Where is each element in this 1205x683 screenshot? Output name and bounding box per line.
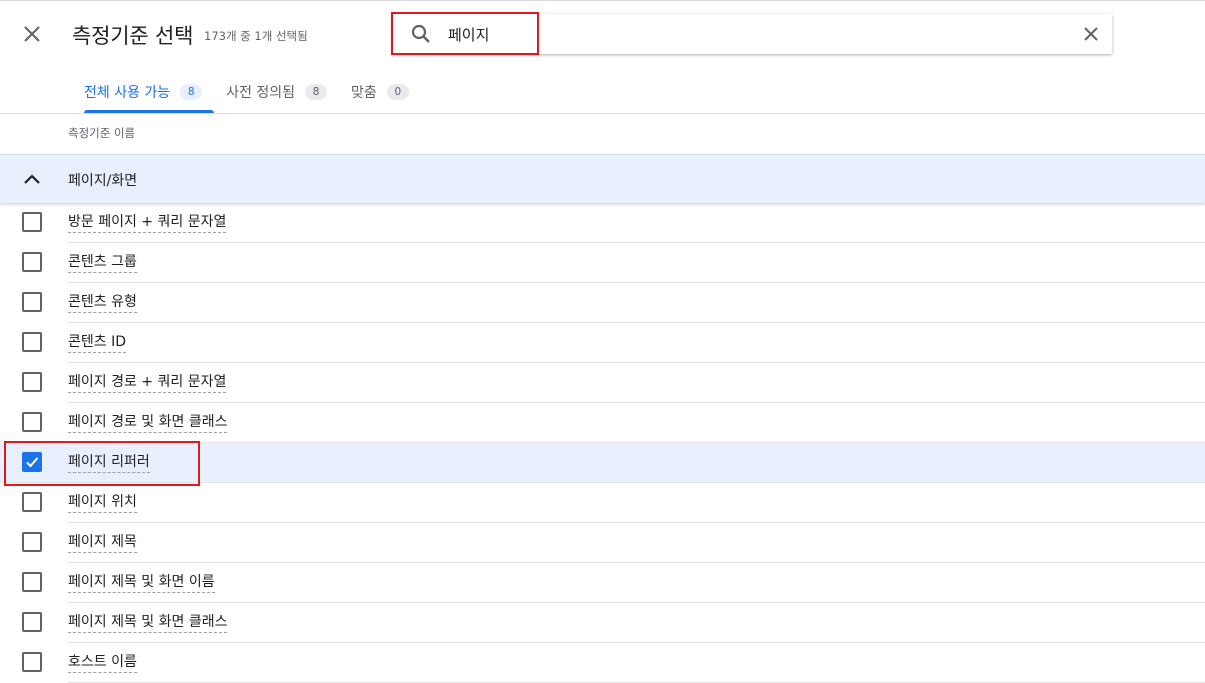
tab-count-badge: 8 [180,84,203,100]
tab-predefined[interactable]: 사전 정의됨 8 [214,70,339,114]
tab-all-available[interactable]: 전체 사용 가능 8 [72,70,215,114]
dimension-list: 방문 페이지 + 쿼리 문자열콘텐츠 그룹콘텐츠 유형콘텐츠 ID 페이지 경로 … [0,203,1205,683]
dimension-name[interactable]: 방문 페이지 + 쿼리 문자열 [68,213,227,233]
dialog-title: 측정기준 선택 [72,24,194,48]
dimension-name[interactable]: 콘텐츠 유형 [68,293,137,313]
selection-count: 173개 중 1개 선택됨 [204,29,308,43]
checkmark-icon [26,457,39,468]
dimension-name[interactable]: 페이지 제목 및 화면 이름 [68,573,215,593]
clear-search-icon[interactable] [1080,23,1102,45]
list-item[interactable]: 페이지 위치 [0,483,1205,523]
tab-bar: 전체 사용 가능 8 사전 정의됨 8 맞춤 0 [72,70,421,114]
dimension-name[interactable]: 페이지 리퍼러 [68,453,150,473]
list-item[interactable]: 호스트 이름 [0,643,1205,683]
search-input[interactable] [448,20,1048,48]
search-icon [410,23,432,45]
list-item[interactable]: 페이지 리퍼러 [0,443,1205,483]
close-icon[interactable] [18,20,46,48]
dimension-name[interactable]: 페이지 제목 [68,533,137,553]
group-header-page-screen[interactable]: 페이지/화면 [0,154,1205,203]
checkbox[interactable] [22,292,42,312]
list-item[interactable]: 콘텐츠 그룹 [0,243,1205,283]
list-item[interactable]: 페이지 제목 및 화면 클래스 [0,603,1205,643]
tab-count-badge: 8 [305,84,328,100]
dimension-name[interactable]: 페이지 경로 + 쿼리 문자열 [68,373,227,393]
list-item[interactable]: 페이지 경로 및 화면 클래스 [0,403,1205,443]
tab-count-badge: 0 [386,84,409,100]
checkbox[interactable] [22,372,42,392]
search-box [392,14,1112,54]
list-item[interactable]: 방문 페이지 + 쿼리 문자열 [0,203,1205,243]
dimension-name[interactable]: 페이지 위치 [68,493,137,513]
list-item[interactable]: 페이지 제목 [0,523,1205,563]
group-label: 페이지/화면 [68,173,138,189]
checkbox[interactable] [22,212,42,232]
checkbox[interactable] [22,572,42,592]
column-header: 측정기준 이름 [68,126,136,140]
checkbox[interactable] [22,452,42,472]
dimension-name[interactable]: 콘텐츠 ID [68,333,126,353]
dimension-name[interactable]: 호스트 이름 [68,653,137,673]
checkbox[interactable] [22,492,42,512]
checkbox[interactable] [22,612,42,632]
list-item[interactable]: 페이지 제목 및 화면 이름 [0,563,1205,603]
tab-label: 사전 정의됨 [226,85,296,101]
tab-divider [0,113,1205,114]
checkbox[interactable] [22,532,42,552]
list-item[interactable]: 콘텐츠 ID [0,323,1205,363]
dimension-name[interactable]: 콘텐츠 그룹 [68,253,137,273]
tab-custom[interactable]: 맞춤 0 [339,70,421,114]
checkbox[interactable] [22,412,42,432]
list-item[interactable]: 페이지 경로 + 쿼리 문자열 [0,363,1205,403]
checkbox[interactable] [22,652,42,672]
list-item[interactable]: 콘텐츠 유형 [0,283,1205,323]
top-border [0,0,1205,1]
tab-label: 전체 사용 가능 [84,85,171,101]
checkbox[interactable] [22,332,42,352]
checkbox[interactable] [22,252,42,272]
tab-label: 맞춤 [351,85,377,101]
chevron-up-icon[interactable] [20,168,44,192]
dimension-name[interactable]: 페이지 경로 및 화면 클래스 [68,413,228,433]
dimension-name[interactable]: 페이지 제목 및 화면 클래스 [68,613,228,633]
